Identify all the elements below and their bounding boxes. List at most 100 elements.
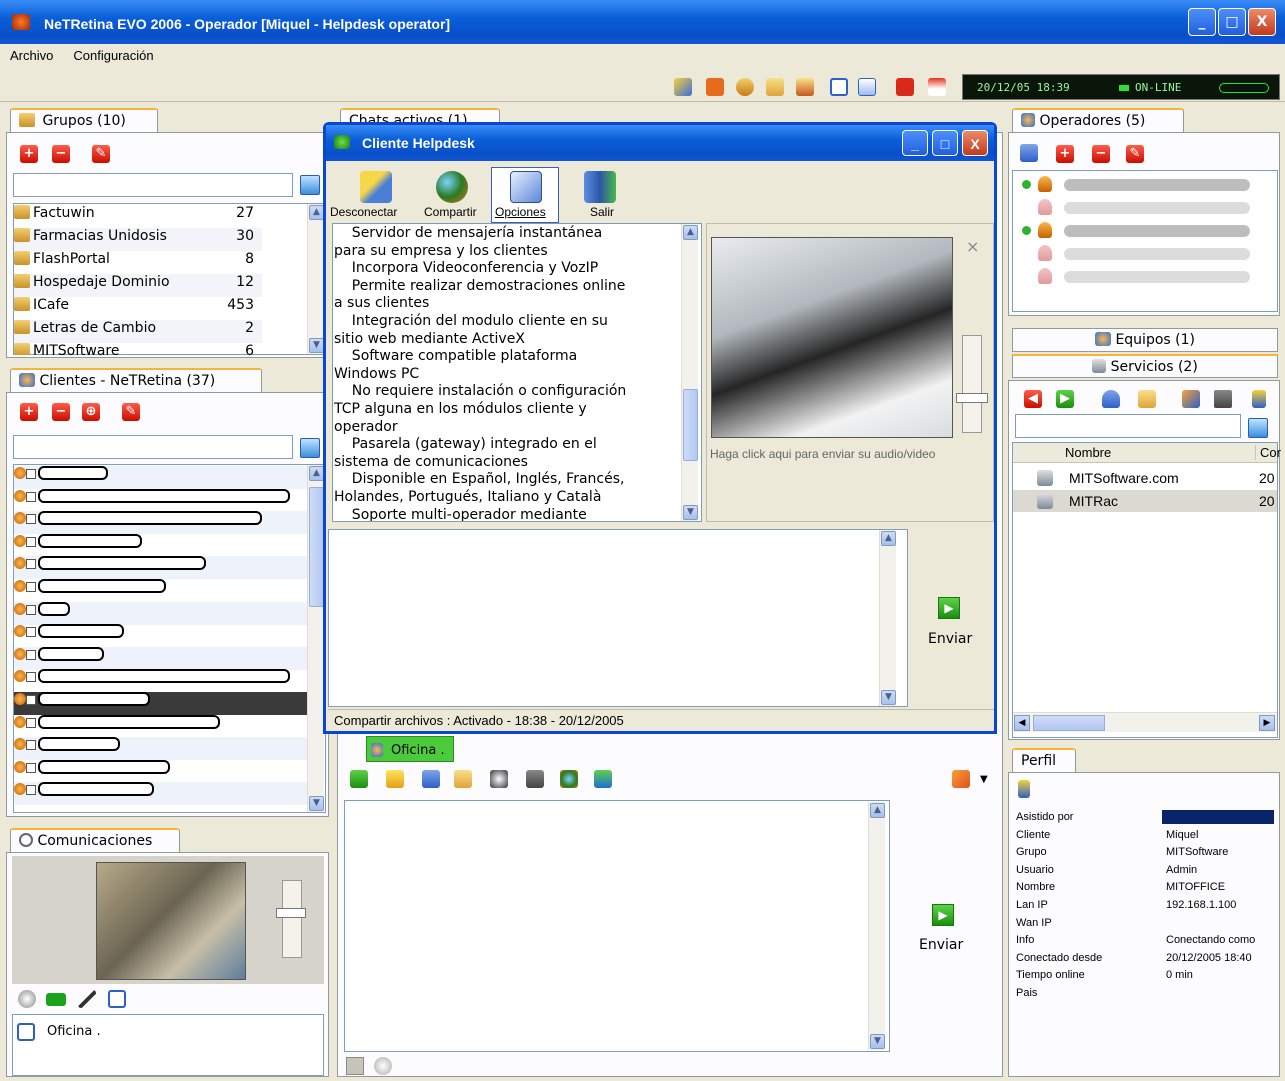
group-row[interactable]: FlashPortal 8 (14, 251, 304, 274)
close-chat-icon[interactable] (952, 770, 970, 788)
operator-row[interactable] (1014, 266, 1274, 288)
close-video-icon[interactable]: × (966, 237, 979, 256)
menu-archivo[interactable]: Archivo (0, 44, 63, 63)
attach-icon[interactable] (346, 1057, 364, 1075)
menu-configuracion[interactable]: Configuración (63, 44, 163, 63)
remove-client-button[interactable]: − (52, 403, 70, 421)
hscroll-thumb[interactable] (1033, 715, 1105, 731)
tab-operadores[interactable]: Operadores (5) (1012, 108, 1184, 132)
operator-status-icon[interactable] (1020, 144, 1038, 162)
operator-row[interactable] (1014, 220, 1274, 242)
options-icon[interactable] (510, 171, 542, 203)
group-row[interactable]: Farmacias Unidosis 30 (14, 228, 262, 251)
microphone-icon[interactable] (78, 990, 96, 1008)
refresh-icon[interactable] (706, 78, 724, 96)
dialog-minimize-button[interactable]: _ (902, 130, 928, 156)
tab-perfil[interactable]: Perfil (1012, 748, 1076, 772)
client-row[interactable] (14, 533, 307, 557)
assign-service-icon[interactable] (1182, 390, 1200, 408)
dialog-close-button[interactable]: X (962, 130, 988, 156)
client-row[interactable] (14, 601, 307, 625)
refresh-icon[interactable] (594, 770, 612, 788)
services-search-input[interactable] (1015, 414, 1241, 438)
alert-icon[interactable] (896, 78, 914, 96)
dialog-send-icon[interactable]: ▶ (938, 597, 960, 619)
folder-service-icon[interactable] (1138, 390, 1156, 408)
group-row[interactable]: MITSoftware 6 (14, 343, 304, 355)
client-row[interactable] (14, 488, 307, 512)
tab-grupos[interactable]: Grupos (10) (10, 108, 158, 132)
col-count[interactable]: Cor (1255, 445, 1281, 460)
operator-row[interactable] (1014, 243, 1274, 265)
client-row[interactable] (14, 466, 307, 489)
dialog-message-input[interactable] (328, 529, 908, 707)
emoticon-icon[interactable] (374, 1057, 392, 1075)
remove-operator-button[interactable]: − (1092, 145, 1110, 163)
group-row[interactable]: Factuwin 27 (14, 205, 304, 228)
star-icon[interactable] (386, 770, 404, 788)
edit-icon[interactable] (796, 78, 814, 96)
windows-icon[interactable] (858, 78, 876, 96)
client-row[interactable] (14, 669, 307, 692)
groups-search-input[interactable] (13, 173, 293, 197)
user-service-icon[interactable] (1102, 390, 1120, 408)
block-client-button[interactable]: ⊕ (82, 403, 100, 421)
client-row[interactable] (14, 759, 307, 783)
dialog-input-scrollbar[interactable]: ▲ ▼ (879, 530, 896, 706)
options-button[interactable]: Opciones (495, 205, 546, 219)
next-service-button[interactable]: ▶ (1056, 390, 1074, 408)
services-search-button[interactable] (1248, 418, 1268, 438)
scroll-right-arrow[interactable]: ▶ (1259, 715, 1275, 731)
groups-scrollbar[interactable]: ▲ ▼ (307, 204, 324, 354)
edit-group-button[interactable]: ✎ (92, 145, 110, 163)
share-icon[interactable] (736, 78, 754, 96)
clients-search-button[interactable] (300, 438, 320, 458)
operator-row[interactable] (1014, 174, 1274, 196)
share-globe-icon[interactable] (436, 171, 468, 203)
maximize-button[interactable]: □ (1218, 8, 1246, 36)
tab-comunicaciones[interactable]: Comunicaciones (10, 828, 180, 852)
share-button[interactable]: Compartir (424, 205, 477, 219)
client-row[interactable] (14, 646, 307, 670)
chat-scrollbar[interactable]: ▲ ▼ (868, 802, 885, 1050)
globe-icon[interactable] (560, 770, 578, 788)
client-row[interactable] (14, 714, 307, 738)
send-chat-button[interactable]: Enviar (919, 937, 963, 953)
scroll-left-arrow[interactable]: ◀ (1014, 715, 1030, 731)
dialog-send-button[interactable]: Enviar (928, 631, 972, 647)
client-row[interactable] (14, 511, 307, 535)
remove-group-button[interactable]: − (52, 145, 70, 163)
edit-operator-button[interactable]: ✎ (1126, 145, 1144, 163)
groups-search-button[interactable] (300, 175, 320, 195)
servicios-header[interactable]: Servicios (2) (1012, 354, 1278, 378)
view-icon[interactable] (490, 770, 508, 788)
service-row[interactable]: MITRac 20 (1013, 490, 1277, 512)
tab-clientes[interactable]: Clientes - NeTRetina (37) (10, 368, 262, 392)
services-hscrollbar[interactable]: ◀ ▶ (1013, 712, 1277, 732)
tools-icon[interactable] (1214, 390, 1232, 408)
client-row[interactable] (14, 782, 307, 806)
tab-oficina[interactable]: Oficina . (366, 736, 454, 762)
info-scrollbar[interactable]: ▲ ▼ (681, 224, 698, 521)
disconnect-icon[interactable] (360, 171, 392, 203)
chat-message-area[interactable] (344, 800, 890, 1052)
edit-client-button[interactable]: ✎ (122, 403, 140, 421)
folder-open-icon[interactable] (766, 78, 784, 96)
volume-thumb[interactable] (276, 908, 306, 918)
group-row[interactable]: Hospedaje Dominio 12 (14, 274, 262, 297)
add-client-button[interactable]: + (20, 403, 38, 421)
client-row[interactable] (14, 692, 307, 715)
disconnect-button[interactable]: Desconectar (330, 205, 397, 219)
exit-icon[interactable] (584, 171, 616, 203)
add-group-button[interactable]: + (20, 145, 38, 163)
video-hint-link[interactable]: Haga click aqui para enviar su audio/vid… (710, 447, 935, 461)
dialog-volume-thumb[interactable] (956, 393, 988, 403)
connect-icon[interactable] (674, 78, 692, 96)
close-button[interactable]: X (1248, 8, 1276, 36)
clients-search-input[interactable] (13, 435, 293, 459)
stop-icon[interactable] (928, 78, 946, 96)
tools-icon[interactable] (526, 770, 544, 788)
prev-service-button[interactable]: ◀ (1024, 390, 1042, 408)
window-icon[interactable] (830, 78, 848, 96)
group-row[interactable]: ICafe 453 (14, 297, 304, 320)
